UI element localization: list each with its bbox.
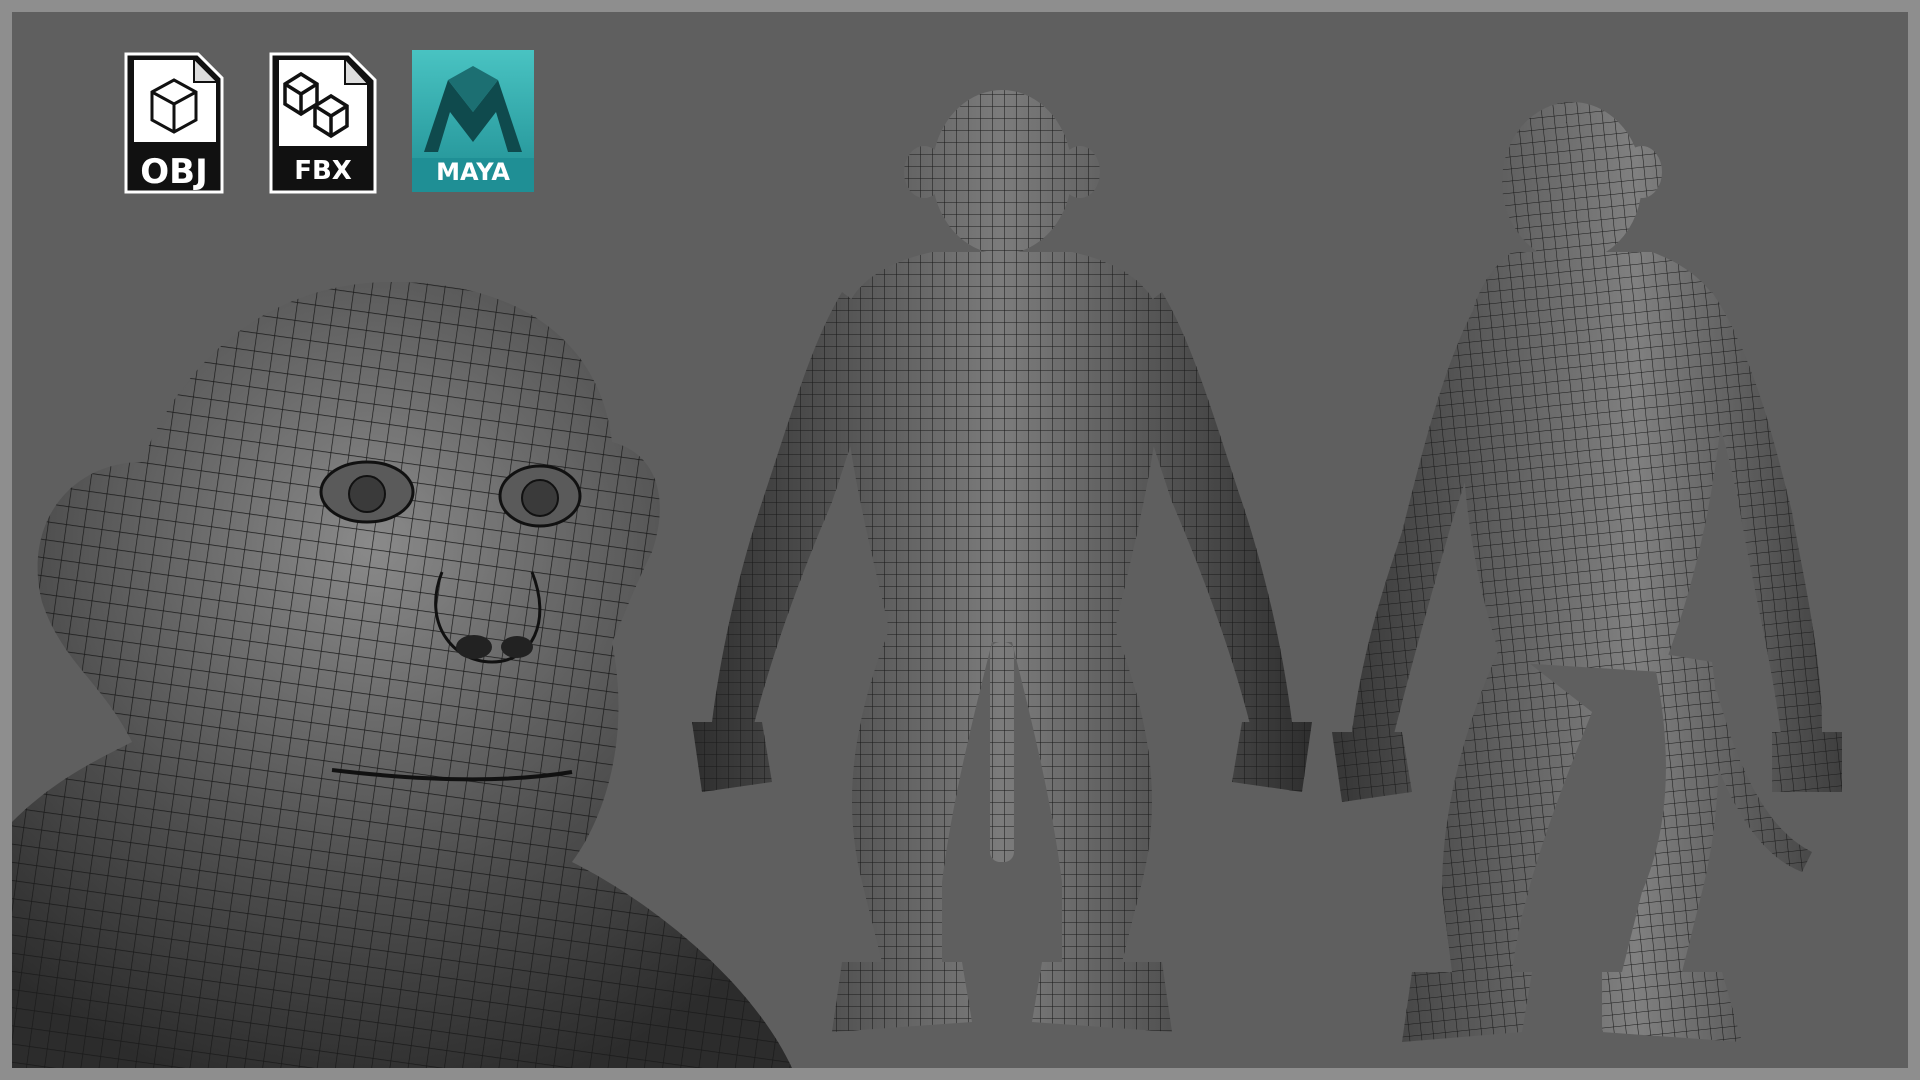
eye-left xyxy=(319,460,415,524)
render-viewport: OBJ FBX MAYA xyxy=(12,12,1908,1068)
obj-format-label: OBJ xyxy=(140,152,208,192)
fbx-format-label: FBX xyxy=(294,156,352,186)
obj-file-badge: OBJ xyxy=(122,50,226,196)
eye-right xyxy=(498,464,582,528)
fbx-file-badge: FBX xyxy=(267,50,379,196)
monkey-front-view xyxy=(692,82,1312,1062)
monkey-front-wireframe-render xyxy=(692,90,1312,1032)
monkey-side-wireframe-render xyxy=(1332,102,1842,1042)
monkey-side-view xyxy=(1322,92,1892,1062)
maya-format-label: MAYA xyxy=(436,158,510,186)
maya-software-badge: MAYA xyxy=(412,50,534,192)
